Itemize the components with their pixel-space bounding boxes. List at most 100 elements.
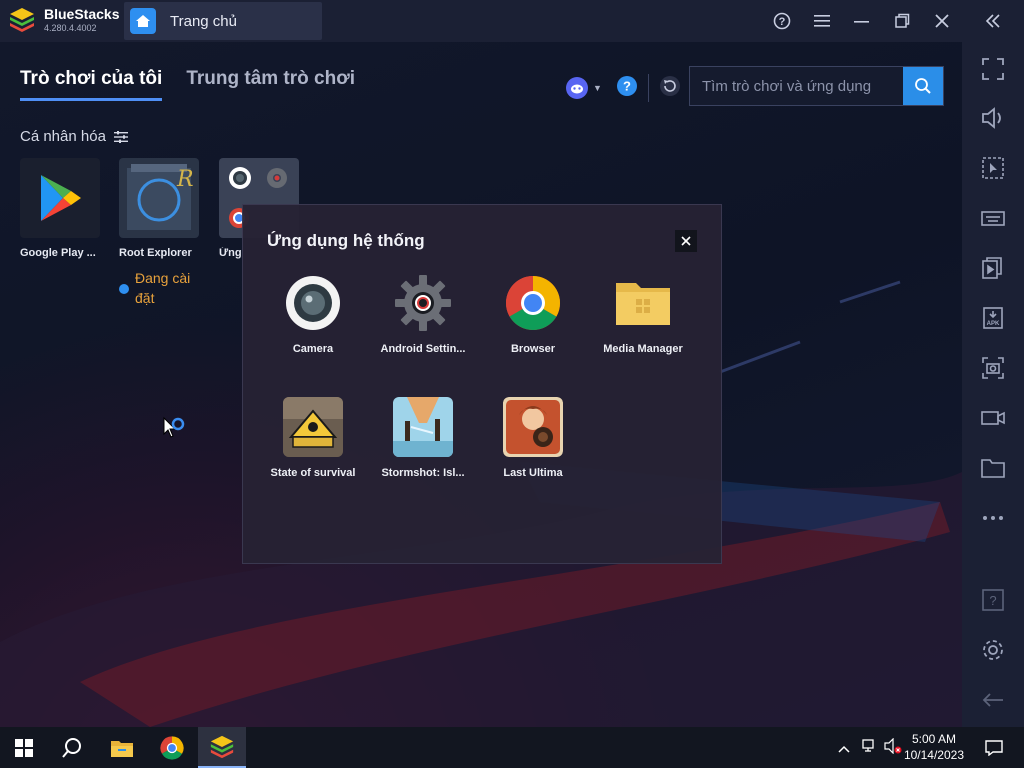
keyboard-icon[interactable] bbox=[980, 205, 1006, 231]
svg-text:R: R bbox=[176, 167, 194, 192]
question-icon[interactable]: ? bbox=[616, 75, 638, 102]
restore-icon[interactable] bbox=[882, 0, 922, 42]
system-apps-dialog: Ứng dụng hệ thống Camera Android Settin.… bbox=[242, 204, 722, 564]
close-icon bbox=[681, 236, 691, 246]
google-play-icon bbox=[20, 158, 100, 238]
fullscreen-icon[interactable] bbox=[980, 56, 1006, 82]
network-icon[interactable] bbox=[862, 738, 878, 759]
section-title: Cá nhân hóa bbox=[20, 128, 106, 145]
chevron-down-icon: ▼ bbox=[593, 83, 602, 93]
app-name: State of survival bbox=[270, 467, 356, 479]
app-version: 4.280.4.4002 bbox=[44, 23, 97, 33]
system-app-media-manager[interactable]: Media Manager bbox=[593, 273, 693, 355]
clock[interactable]: 5:00 AM 10/14/2023 bbox=[904, 731, 964, 763]
search-icon bbox=[915, 78, 931, 94]
minimize-icon[interactable] bbox=[842, 0, 882, 42]
sliders-icon bbox=[113, 130, 128, 143]
collapse-icon[interactable] bbox=[962, 0, 1024, 42]
last-ultima-icon bbox=[503, 397, 563, 457]
app-name: Browser bbox=[510, 343, 556, 355]
app-tile-google-play[interactable]: Google Play ... bbox=[20, 158, 102, 259]
menu-icon[interactable] bbox=[802, 0, 842, 42]
brand: BlueStacks 4.280.4.4002 bbox=[8, 6, 119, 34]
install-status-text: Đang cài đặt bbox=[135, 270, 191, 306]
settings-gear-icon bbox=[393, 273, 453, 333]
install-status: Đang cài đặt bbox=[119, 268, 205, 308]
windows-start-icon[interactable] bbox=[0, 727, 48, 768]
svg-text:?: ? bbox=[623, 78, 631, 93]
title-bar: BlueStacks 4.280.4.4002 Trang chủ ? bbox=[0, 0, 1024, 42]
dialog-close-button[interactable] bbox=[675, 230, 697, 252]
record-icon[interactable] bbox=[980, 405, 1006, 431]
back-icon[interactable] bbox=[980, 687, 1006, 713]
svg-text:?: ? bbox=[989, 593, 996, 608]
apk-install-icon[interactable]: APK bbox=[980, 305, 1006, 331]
toolbar: ▼ ? bbox=[565, 74, 681, 102]
chrome-icon bbox=[503, 273, 563, 333]
app-name: BlueStacks bbox=[44, 6, 120, 22]
help-icon[interactable]: ? bbox=[980, 587, 1006, 613]
app-tile-root-explorer[interactable]: R Root Explorer bbox=[119, 158, 201, 259]
section-personalize[interactable]: Cá nhân hóa bbox=[20, 128, 128, 145]
close-icon[interactable] bbox=[922, 0, 962, 42]
clock-date: 10/14/2023 bbox=[903, 748, 964, 762]
right-sidebar: APK ? bbox=[962, 42, 1024, 727]
svg-text:APK: APK bbox=[987, 321, 1000, 327]
search-button[interactable] bbox=[903, 67, 943, 105]
bluestacks-logo-icon bbox=[10, 8, 34, 32]
app-name: Google Play ... bbox=[20, 247, 96, 259]
state-of-survival-icon bbox=[283, 397, 343, 457]
main-area: Trò chơi của tôi Trung tâm trò chơi ▼ ? … bbox=[0, 42, 962, 727]
app-name: Media Manager bbox=[603, 343, 683, 355]
app-name: Last Ultima bbox=[503, 467, 563, 479]
tab-home-label: Trang chủ bbox=[170, 12, 237, 30]
install-dot bbox=[119, 284, 129, 294]
folder-icon[interactable] bbox=[980, 455, 1006, 481]
app-name: Root Explorer bbox=[119, 247, 192, 259]
system-app-android-settings[interactable]: Android Settin... bbox=[373, 273, 473, 355]
refresh-icon[interactable] bbox=[659, 75, 681, 102]
system-app-last-ultima[interactable]: Last Ultima bbox=[483, 397, 583, 479]
screenshot-icon[interactable] bbox=[980, 355, 1006, 381]
dialog-title: Ứng dụng hệ thống bbox=[267, 231, 425, 250]
system-tray bbox=[838, 737, 902, 759]
system-app-stormshot[interactable]: Stormshot: Isl... bbox=[373, 397, 473, 479]
app-name: Camera bbox=[292, 343, 334, 355]
search-box bbox=[689, 66, 944, 106]
taskbar: 5:00 AM 10/14/2023 bbox=[0, 727, 1024, 768]
chrome-icon[interactable] bbox=[148, 727, 196, 768]
more-icon[interactable] bbox=[980, 505, 1006, 531]
window-controls: ? bbox=[762, 0, 1024, 42]
home-icon bbox=[130, 8, 156, 34]
loading-cursor-icon bbox=[163, 416, 185, 438]
pointer-icon[interactable] bbox=[980, 155, 1006, 181]
app-name: Android Settin... bbox=[380, 343, 466, 355]
volume-muted-icon[interactable] bbox=[884, 737, 902, 759]
main-tabs: Trò chơi của tôi Trung tâm trò chơi bbox=[20, 68, 379, 101]
root-explorer-icon: R bbox=[119, 158, 199, 238]
volume-icon[interactable] bbox=[980, 105, 1006, 131]
tab-home[interactable]: Trang chủ bbox=[124, 2, 322, 40]
chevron-up-icon[interactable] bbox=[838, 740, 854, 758]
help-icon[interactable]: ? bbox=[762, 0, 802, 42]
bluestacks-icon[interactable] bbox=[198, 727, 246, 768]
discord-icon[interactable]: ▼ bbox=[565, 76, 602, 100]
tab-my-games[interactable]: Trò chơi của tôi bbox=[20, 68, 163, 101]
stormshot-icon bbox=[393, 397, 453, 457]
app-name: Stormshot: Isl... bbox=[381, 467, 465, 479]
system-app-state-of-survival[interactable]: State of survival bbox=[263, 397, 363, 479]
system-app-browser[interactable]: Browser bbox=[483, 273, 583, 355]
search-icon[interactable] bbox=[48, 727, 96, 768]
camera-icon bbox=[283, 273, 343, 333]
svg-text:?: ? bbox=[779, 16, 786, 28]
file-explorer-icon[interactable] bbox=[98, 727, 146, 768]
notifications-icon[interactable] bbox=[970, 727, 1018, 768]
settings-icon[interactable] bbox=[980, 637, 1006, 663]
clock-time: 5:00 AM bbox=[911, 732, 956, 746]
search-input[interactable] bbox=[690, 67, 903, 105]
system-app-camera[interactable]: Camera bbox=[263, 273, 363, 355]
divider bbox=[647, 74, 649, 102]
tab-game-center[interactable]: Trung tâm trò chơi bbox=[186, 68, 355, 101]
multi-instance-icon[interactable] bbox=[980, 255, 1006, 281]
folder-icon bbox=[613, 273, 673, 333]
